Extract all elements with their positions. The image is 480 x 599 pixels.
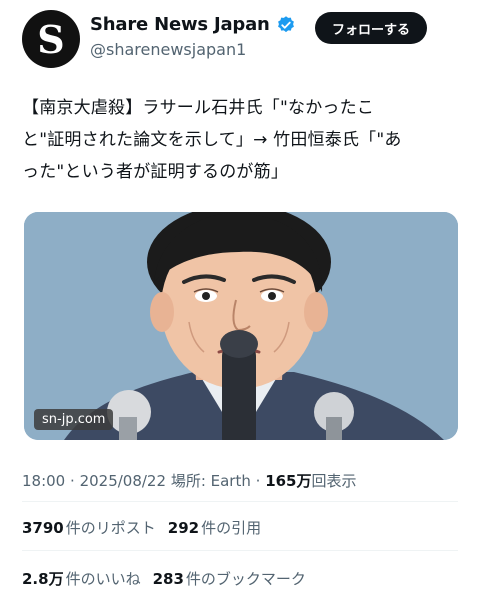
divider (22, 501, 458, 502)
likes-count: 2.8万 (22, 570, 64, 588)
stats-row-likes: 2.8万 件のいいね 283 件のブックマーク (22, 568, 306, 589)
tweet-media-image[interactable]: sn-jp.com (24, 212, 458, 440)
tweet-location[interactable]: 場所: Earth (171, 472, 251, 490)
views-label: 回表示 (311, 472, 357, 490)
reposts-stat[interactable]: 3790 件のリポスト (22, 517, 156, 538)
bookmarks-count: 283 (152, 570, 184, 588)
meta-separator: · (70, 472, 80, 490)
tweet-time[interactable]: 18:00 (22, 472, 65, 490)
verified-badge-icon (277, 15, 294, 32)
tweet-line-1: 【南京大虐殺】ラサール石井氏「"なかったこ (22, 98, 375, 118)
avatar[interactable]: S (22, 10, 80, 68)
reposts-label: 件のリポスト (65, 519, 156, 537)
tweet-text: 【南京大虐殺】ラサール石井氏「"なかったこ と"証明された論文を示して」→ 竹田… (22, 92, 462, 188)
views-count: 165万 (265, 472, 312, 490)
quotes-stat[interactable]: 292 件の引用 (168, 517, 261, 538)
divider (22, 550, 458, 551)
quotes-label: 件の引用 (201, 519, 262, 537)
tweet-meta: 18:00 · 2025/08/22 場所: Earth · 165万回表示 (22, 470, 357, 491)
tweet-line-3: った"という者が証明するのが筋」 (22, 162, 289, 182)
display-name[interactable]: Share News Japan (90, 14, 270, 35)
likes-label: 件のいいね (65, 570, 141, 588)
tweet-date[interactable]: 2025/08/22 (80, 472, 166, 490)
meta-separator: · (255, 472, 266, 490)
stats-row-reposts: 3790 件のリポスト 292 件の引用 (22, 517, 261, 538)
tweet-header: S Share News Japan @sharenewsjapan1 フォロー… (0, 0, 480, 80)
illustration (24, 212, 458, 440)
bookmarks-stat[interactable]: 283 件のブックマーク (153, 568, 306, 589)
tweet-line-2: と"証明された論文を示して」→ 竹田恒泰氏「"あ (22, 130, 402, 150)
likes-stat[interactable]: 2.8万 件のいいね (22, 568, 141, 589)
name-row: Share News Japan (90, 14, 296, 35)
follow-button[interactable]: フォローする (315, 12, 427, 44)
reposts-count: 3790 (22, 519, 64, 537)
quotes-count: 292 (167, 519, 200, 537)
account-handle[interactable]: @sharenewsjapan1 (90, 40, 246, 59)
watermark: sn-jp.com (34, 409, 114, 430)
bookmarks-label: 件のブックマーク (185, 570, 306, 588)
